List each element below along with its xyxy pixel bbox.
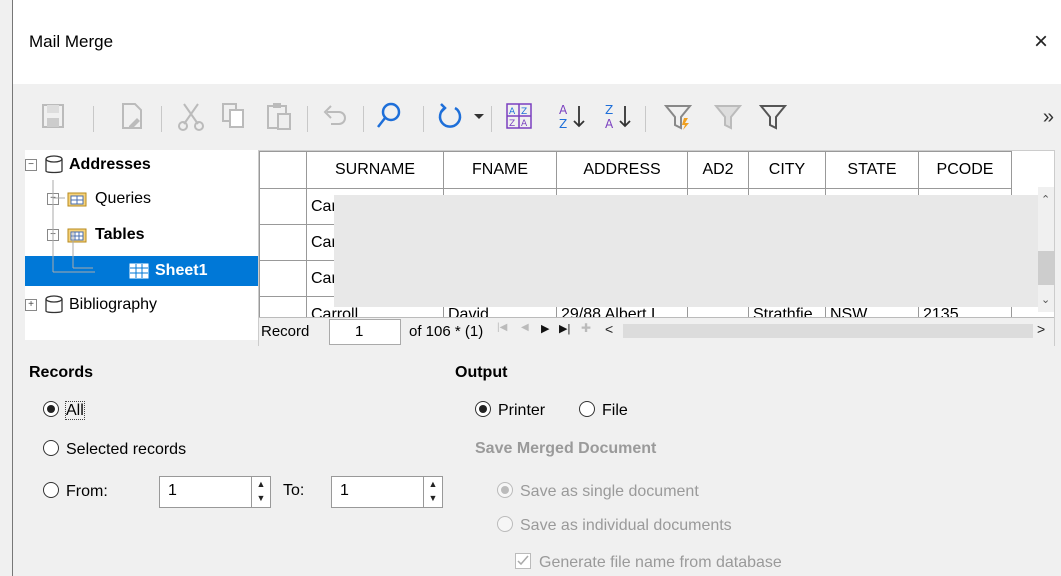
printer-label: Printer (498, 402, 546, 419)
output-heading: Output (455, 364, 508, 381)
record-count: of 106 * (1) (409, 323, 484, 340)
sort-descending-icon[interactable]: ZA (597, 96, 637, 136)
vertical-scrollbar[interactable]: ⌃ ⌄ (1038, 187, 1054, 312)
scroll-right-icon[interactable]: > (1037, 321, 1045, 337)
cut-icon[interactable] (171, 96, 211, 136)
single-document-radio[interactable]: Save as single document (497, 482, 699, 501)
datasource-tree[interactable]: − Addresses + Queries − Tables Sheet1 + Bibl… (25, 150, 260, 340)
radio-selected-icon[interactable] (43, 401, 59, 417)
printer-radio[interactable]: Printer (475, 401, 545, 420)
autofilter-icon[interactable] (658, 96, 698, 136)
radio-icon[interactable] (43, 482, 59, 498)
single-document-label: Save as single document (520, 483, 699, 500)
column-header[interactable]: FNAME (443, 151, 557, 189)
stepper-arrows-icon[interactable]: ▲ ▼ (251, 477, 270, 507)
records-heading: Records (29, 364, 94, 381)
save-merged-heading: Save Merged Document (475, 440, 657, 457)
individual-documents-radio[interactable]: Save as individual documents (497, 516, 732, 535)
to-stepper[interactable]: 1 ▲ ▼ (331, 476, 443, 508)
horizontal-scrollbar[interactable] (623, 324, 1033, 338)
selected-records-radio[interactable]: Selected records (43, 440, 186, 459)
column-header[interactable]: PCODE (918, 151, 1012, 189)
toolbar-overflow-icon[interactable]: » (1043, 106, 1054, 129)
paste-icon[interactable] (258, 96, 298, 136)
record-number: 1 (355, 323, 364, 340)
radio-selected-icon[interactable] (497, 482, 513, 498)
to-label: To: (283, 482, 305, 499)
database-icon (45, 295, 63, 313)
refresh-icon[interactable] (429, 96, 469, 136)
to-value: 1 (340, 482, 349, 499)
last-record-icon[interactable]: ▶| (559, 322, 570, 335)
record-label: Record (261, 323, 310, 340)
from-radio[interactable]: From: (43, 482, 108, 501)
sort-ascending-icon[interactable]: AZ (551, 96, 591, 136)
stepper-arrows-icon[interactable]: ▲ ▼ (423, 477, 442, 507)
mail-merge-dialog: Mail Merge × A Z Z A A Z Z A » − Address… (12, 0, 1061, 576)
save-icon[interactable] (33, 96, 73, 136)
all-radio[interactable]: All (43, 401, 85, 420)
find-icon[interactable] (369, 96, 409, 136)
svg-text:A: A (605, 117, 614, 131)
reset-filter-icon[interactable] (753, 96, 793, 136)
record-navigation: Record 1 of 106 * (1) |◀ ◀ ▶ ▶| ✚ < > (259, 317, 1054, 346)
selected-records-label: Selected records (66, 441, 187, 458)
from-stepper[interactable]: 1 ▲ ▼ (159, 476, 271, 508)
data-grid[interactable]: SURNAME FNAME ADDRESS AD2 CITY STATE PCO… (258, 150, 1055, 346)
scroll-down-icon[interactable]: ⌄ (1041, 293, 1050, 306)
from-label: From: (66, 483, 108, 500)
refresh-dropdown-icon[interactable] (469, 96, 489, 136)
copy-icon[interactable] (213, 96, 253, 136)
tree-item-bibliography[interactable]: + Bibliography (25, 290, 157, 320)
row-header (259, 151, 307, 189)
loading-overlay (334, 195, 1042, 307)
previous-record-icon[interactable]: ◀ (521, 322, 529, 333)
radio-icon[interactable] (579, 401, 595, 417)
column-header[interactable]: STATE (825, 151, 919, 189)
svg-text:Z: Z (521, 107, 527, 117)
all-label: All (65, 401, 85, 420)
column-header[interactable]: SURNAME (306, 151, 444, 189)
individual-documents-label: Save as individual documents (520, 517, 732, 534)
svg-text:A: A (509, 107, 516, 117)
generate-filename-checkbox[interactable]: Generate file name from database (515, 553, 782, 572)
scroll-left-icon[interactable]: < (605, 321, 613, 337)
column-header[interactable]: AD2 (687, 151, 749, 189)
radio-icon[interactable] (497, 516, 513, 532)
file-radio[interactable]: File (579, 401, 628, 420)
sort-icon[interactable]: AZZA (499, 96, 539, 136)
tree-lines (52, 180, 95, 273)
svg-text:A: A (559, 103, 568, 117)
close-icon[interactable]: × (1034, 28, 1048, 56)
undo-icon[interactable] (313, 96, 353, 136)
svg-text:Z: Z (509, 119, 515, 129)
svg-text:Z: Z (559, 117, 567, 131)
from-value: 1 (168, 482, 177, 499)
expand-icon[interactable]: + (25, 298, 37, 311)
column-header[interactable]: CITY (748, 151, 826, 189)
first-record-icon[interactable]: |◀ (497, 322, 507, 333)
radio-icon[interactable] (43, 440, 59, 456)
scroll-thumb[interactable] (1038, 251, 1054, 285)
standard-filter-icon[interactable] (708, 96, 748, 136)
file-label: File (602, 402, 628, 419)
toolbar: AZZA AZ ZA » (13, 84, 1061, 150)
edit-icon[interactable] (111, 96, 151, 136)
scroll-up-icon[interactable]: ⌃ (1041, 193, 1050, 206)
svg-text:A: A (521, 119, 528, 129)
header-row: SURNAME FNAME ADDRESS AD2 CITY STATE PCO… (259, 151, 1012, 189)
checkbox-checked-icon[interactable] (515, 553, 531, 569)
title-bar: Mail Merge × (13, 0, 1061, 84)
tree-item-label: Bibliography (69, 296, 158, 313)
radio-selected-icon[interactable] (475, 401, 491, 417)
dialog-title: Mail Merge (29, 32, 114, 51)
record-number-field[interactable] (329, 319, 401, 345)
column-header[interactable]: ADDRESS (556, 151, 688, 189)
tree-item-label: Sheet1 (155, 262, 208, 279)
svg-text:Z: Z (605, 103, 613, 117)
next-record-icon[interactable]: ▶ (541, 322, 549, 335)
new-record-icon[interactable]: ✚ (581, 321, 591, 335)
generate-filename-label: Generate file name from database (539, 554, 782, 571)
